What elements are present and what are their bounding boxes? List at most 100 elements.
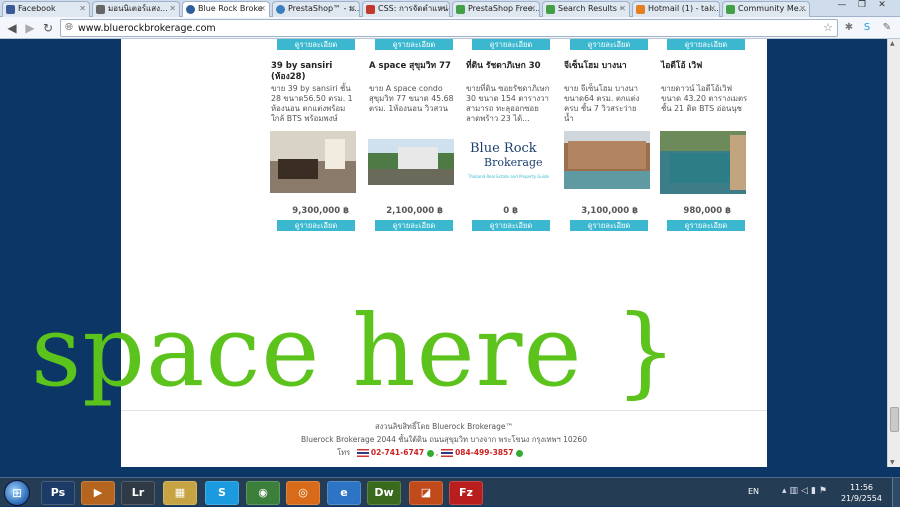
close-icon[interactable]: ✕ [619, 2, 626, 16]
tab-monitor[interactable]: มอนนิเตอร์แสง... ✕ [92, 1, 180, 17]
battery-icon[interactable]: ▮ [811, 486, 819, 496]
tab-prestashop[interactable]: PrestaShop™ - ม... ✕ [272, 1, 360, 17]
close-icon[interactable]: ✕ [259, 2, 266, 16]
tab-css[interactable]: CSS: การจัดตำแหน่ง ✕ [362, 1, 450, 17]
show-desktop-button[interactable] [892, 478, 900, 507]
close-icon[interactable]: ✕ [349, 2, 356, 16]
back-icon[interactable]: ◀ [4, 20, 20, 36]
close-icon[interactable]: ✕ [439, 2, 446, 16]
scroll-down-arrow-icon[interactable]: ▼ [890, 459, 895, 466]
firefox-taskbar-icon[interactable]: ◎ [286, 481, 320, 505]
forward-icon[interactable]: ▶ [22, 20, 38, 36]
lightroom-taskbar-icon[interactable]: Lr [121, 481, 155, 505]
details-button[interactable]: ดูรายละเอียด [570, 220, 648, 231]
browser-toolbar: ◀ ▶ ↻ 🌐︎ www.bluerockbrokerage.com ☆ ✱ S… [0, 17, 900, 39]
address-bar[interactable]: 🌐︎ www.bluerockbrokerage.com ☆ [60, 19, 838, 37]
hotmail-icon [636, 5, 645, 14]
product-image[interactable] [564, 131, 650, 189]
details-button[interactable]: ดูรายละเอียด [277, 220, 355, 231]
tray-expand-icon[interactable]: ▴ [782, 486, 790, 496]
tray-icons: ▴▥◁▮⚑ [782, 486, 830, 496]
language-indicator[interactable]: EN [748, 487, 759, 496]
url-text[interactable]: www.bluerockbrokerage.com [78, 23, 216, 34]
footer-address: Bluerock Brokerage 2044 ชั้นใต้ดิน ถนนสุ… [301, 435, 587, 444]
chrome-taskbar-icon[interactable]: ◉ [246, 481, 280, 505]
tab-label: Community Me... [738, 4, 807, 13]
product-title[interactable]: ไอดีโอ้ เวิฟ [661, 61, 747, 72]
product-description: ขายที่ดิน ซอยรัชดาภิเษก 30 ขนาด 154 ตารา… [466, 84, 550, 123]
reload-icon[interactable]: ↻ [40, 20, 56, 36]
wrench-icon[interactable]: ✎ [880, 21, 894, 35]
product-description: ขาย A space condo สุขุมวิท 77 ขนาด 45.68… [369, 84, 454, 113]
product-title[interactable]: ที่ดิน รัชดาภิเษก 30 [466, 61, 552, 72]
product-description: ขายดาวน์ ไอดีโอ้เวิฟ ขนาด 43.20 ตารางเมต… [661, 84, 748, 113]
volume-icon[interactable]: ◁ [801, 486, 811, 496]
product-image[interactable] [660, 131, 746, 194]
windows-start-icon[interactable]: ⊞ [4, 480, 30, 506]
page-viewport: ดูรายละเอียด ดูรายละเอียด ดูรายละเอียด ด… [0, 39, 887, 467]
tab-hotmail[interactable]: Hotmail (1) - tai... ✕ [632, 1, 720, 17]
site-icon [366, 5, 375, 14]
explorer-taskbar-icon[interactable]: ▦ [163, 481, 197, 505]
product-description: ขาย จีเซ็นโฮม บางนา ขนาด64 ตรม. ตกแต่งคร… [564, 84, 640, 123]
site-icon [186, 5, 195, 14]
skype-icon[interactable]: S [860, 21, 874, 35]
product-price: 980,000 ฿ [683, 206, 731, 216]
product-image[interactable] [368, 139, 454, 185]
tab-community[interactable]: Community Me... ✕ [722, 1, 810, 17]
details-button[interactable]: ดูรายละเอียด [667, 220, 745, 231]
maximize-icon[interactable]: ❐ [852, 0, 872, 14]
details-button[interactable]: ดูรายละเอียด [667, 39, 745, 50]
product-image[interactable] [270, 131, 356, 193]
browser-tab-bar: Facebook ✕ มอนนิเตอร์แสง... ✕ Blue Rock Br… [0, 0, 900, 18]
minimize-icon[interactable]: — [832, 0, 852, 14]
bookmark-star-icon[interactable]: ☆ [823, 21, 833, 34]
close-icon[interactable]: ✕ [799, 2, 806, 16]
details-button[interactable]: ดูรายละเอียด [375, 220, 453, 231]
tab-search-results[interactable]: Search Results · ✕ [542, 1, 630, 17]
details-button[interactable]: ดูรายละเอียด [375, 39, 453, 50]
clock-date: 21/9/2554 [840, 494, 882, 503]
details-button[interactable]: ดูรายละเอียด [570, 39, 648, 50]
site-icon [96, 5, 105, 14]
phone-2[interactable]: 084-499-3857 [455, 448, 513, 457]
flag-tray-icon[interactable]: ⚑ [819, 486, 830, 496]
tab-prestashop-free[interactable]: PrestaShop Free... ✕ [452, 1, 540, 17]
tab-facebook[interactable]: Facebook ✕ [2, 1, 90, 17]
network-icon[interactable]: ▥ [790, 486, 802, 496]
vertical-scrollbar[interactable]: ▲ ▼ [887, 39, 900, 467]
flag-icon [440, 449, 453, 457]
scroll-up-arrow-icon[interactable]: ▲ [890, 40, 895, 47]
tab-label: มอนนิเตอร์แสง... [108, 4, 168, 13]
windows-taskbar: ⊞ Ps ▶ Lr ▦ S ◉ ◎ e Dw ◪ Fz EN ▴▥◁▮⚑ 11:… [0, 477, 900, 507]
extension-icon[interactable]: ✱ [842, 21, 856, 35]
phone-1[interactable]: 02-741-6747 [371, 448, 424, 457]
logo-line2: Brokerage [484, 156, 543, 169]
details-button[interactable]: ดูรายละเอียด [277, 39, 355, 50]
forum-icon [726, 5, 735, 14]
product-title[interactable]: 39 by sansiri (ห้อง28) [271, 61, 357, 83]
product-logo-image[interactable]: Blue Rock Brokerage Thailand Real Estate… [466, 139, 552, 187]
details-button[interactable]: ดูรายละเอียด [472, 220, 550, 231]
scrollbar-thumb[interactable] [890, 407, 899, 432]
footer-phones: โทร 02-741-6747 , 084-499-3857 [93, 447, 767, 459]
close-icon[interactable]: ✕ [709, 2, 716, 16]
dreamweaver-taskbar-icon[interactable]: Dw [367, 481, 401, 505]
close-icon[interactable]: ✕ [529, 2, 536, 16]
system-clock[interactable]: 11:56 21/9/2554 [841, 482, 882, 504]
tab-bluerock[interactable]: Blue Rock Broke ✕ [182, 1, 270, 18]
powerpoint-taskbar-icon[interactable]: ◪ [409, 481, 443, 505]
product-title[interactable]: A space สุขุมวิท 77 [369, 61, 455, 72]
ie-taskbar-icon[interactable]: e [327, 481, 361, 505]
close-icon[interactable]: ✕ [169, 2, 176, 16]
media-player-taskbar-icon[interactable]: ▶ [81, 481, 115, 505]
photoshop-taskbar-icon[interactable]: Ps [41, 481, 75, 505]
window-close-icon[interactable]: ✕ [872, 0, 892, 14]
details-button[interactable]: ดูรายละเอียด [472, 39, 550, 50]
close-icon[interactable]: ✕ [79, 2, 86, 16]
filezilla-taskbar-icon[interactable]: Fz [449, 481, 483, 505]
product-title[interactable]: จีเซ็นโฮม บางนา [564, 61, 650, 72]
skype-taskbar-icon[interactable]: S [205, 481, 239, 505]
overlay-text: space here } [31, 295, 678, 409]
tab-label: Hotmail (1) - tai... [648, 4, 719, 13]
